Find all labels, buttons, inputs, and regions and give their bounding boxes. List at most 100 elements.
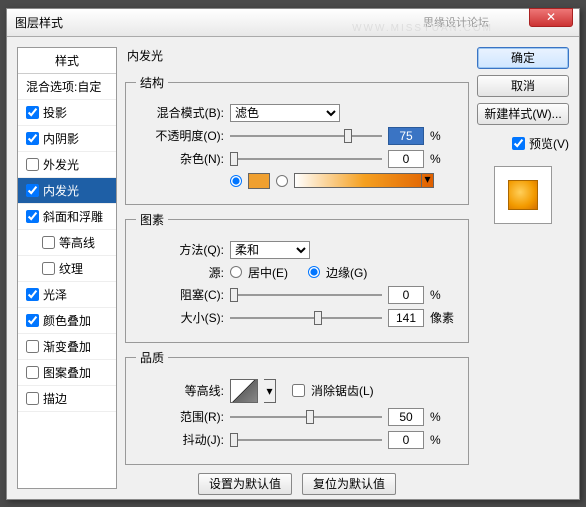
choke-label: 阻塞(C):: [136, 286, 224, 303]
style-stroke-check[interactable]: [26, 392, 39, 405]
list-item-label: 图案叠加: [43, 364, 91, 381]
opacity-slider[interactable]: [230, 135, 382, 137]
source-center-label: 居中(E): [248, 264, 288, 281]
style-contour[interactable]: 等高线: [18, 230, 116, 256]
list-item-label: 内阴影: [43, 130, 79, 147]
source-edge-radio[interactable]: [308, 266, 320, 278]
style-outer-glow-check[interactable]: [26, 158, 39, 171]
style-bevel[interactable]: 斜面和浮雕: [18, 204, 116, 230]
list-item-label: 颜色叠加: [43, 312, 91, 329]
style-satin-check[interactable]: [26, 288, 39, 301]
color-type-solid[interactable]: [230, 175, 242, 187]
preview-toggle: 预览(V): [477, 135, 569, 152]
style-inner-shadow-check[interactable]: [26, 132, 39, 145]
style-contour-check[interactable]: [42, 236, 55, 249]
glow-color-swatch[interactable]: [248, 173, 270, 189]
list-item-label: 等高线: [59, 234, 95, 251]
make-default-button[interactable]: 设置为默认值: [198, 473, 292, 495]
group-quality: 品质 等高线: ▾ 消除锯齿(L) 范围(R): 50 % 抖动(J):: [125, 349, 469, 465]
list-item-label: 纹理: [59, 260, 83, 277]
close-icon: ✕: [546, 10, 556, 24]
noise-value[interactable]: 0: [388, 150, 424, 168]
choke-slider[interactable]: [230, 294, 382, 296]
source-label: 源:: [136, 264, 224, 281]
chevron-down-icon: ▾: [266, 384, 272, 398]
size-slider[interactable]: [230, 317, 382, 319]
list-item-label: 描边: [43, 390, 67, 407]
preview-check[interactable]: [512, 137, 525, 150]
style-pattern-overlay[interactable]: 图案叠加: [18, 360, 116, 386]
cancel-button[interactable]: 取消: [477, 75, 569, 97]
style-color-overlay-check[interactable]: [26, 314, 39, 327]
layer-style-dialog: 图层样式 思缘设计论坛 WWW.MISSYUAN.COM ✕ 样式 混合选项:自…: [6, 8, 580, 500]
styles-list-header: 样式: [18, 48, 116, 74]
size-label: 大小(S):: [136, 309, 224, 326]
pct-label: %: [430, 433, 458, 447]
pct-label: %: [430, 288, 458, 302]
style-gradient-overlay-check[interactable]: [26, 340, 39, 353]
range-value[interactable]: 50: [388, 408, 424, 426]
contour-label: 等高线:: [136, 382, 224, 399]
jitter-value[interactable]: 0: [388, 431, 424, 449]
pct-label: %: [430, 152, 458, 166]
close-button[interactable]: ✕: [529, 8, 573, 27]
style-inner-glow[interactable]: 内发光: [18, 178, 116, 204]
group-elements: 图素 方法(Q): 柔和 源: 居中(E) 边缘(G) 阻塞(C): 0 %: [125, 211, 469, 343]
style-drop-shadow[interactable]: 投影: [18, 100, 116, 126]
list-item-label: 光泽: [43, 286, 67, 303]
antialias-label: 消除锯齿(L): [311, 382, 374, 399]
jitter-label: 抖动(J):: [136, 431, 224, 448]
pct-label: %: [430, 129, 458, 143]
list-item-label: 投影: [43, 104, 67, 121]
dialog-title: 图层样式: [15, 14, 63, 31]
style-drop-shadow-check[interactable]: [26, 106, 39, 119]
style-inner-shadow[interactable]: 内阴影: [18, 126, 116, 152]
method-select[interactable]: 柔和: [230, 241, 310, 259]
group-quality-legend: 品质: [136, 349, 168, 366]
style-bevel-check[interactable]: [26, 210, 39, 223]
choke-value[interactable]: 0: [388, 286, 424, 304]
new-style-button[interactable]: 新建样式(W)...: [477, 103, 569, 125]
source-center-radio[interactable]: [230, 266, 242, 278]
style-outer-glow[interactable]: 外发光: [18, 152, 116, 178]
list-item-label: 外发光: [43, 156, 79, 173]
style-inner-glow-check[interactable]: [26, 184, 39, 197]
opacity-value[interactable]: 75: [388, 127, 424, 145]
jitter-slider[interactable]: [230, 439, 382, 441]
blend-mode-select[interactable]: 滤色: [230, 104, 340, 122]
list-item-label: 内发光: [43, 182, 79, 199]
ok-button[interactable]: 确定: [477, 47, 569, 69]
px-label: 像素: [430, 309, 458, 326]
blend-mode-label: 混合模式(B):: [136, 104, 224, 121]
section-title: 内发光: [125, 47, 469, 64]
noise-slider[interactable]: [230, 158, 382, 160]
contour-swatch[interactable]: [230, 379, 258, 403]
style-satin[interactable]: 光泽: [18, 282, 116, 308]
size-value[interactable]: 141: [388, 309, 424, 327]
blending-options-label: 混合选项:自定: [26, 78, 101, 95]
style-color-overlay[interactable]: 颜色叠加: [18, 308, 116, 334]
blending-options[interactable]: 混合选项:自定: [18, 74, 116, 100]
style-pattern-overlay-check[interactable]: [26, 366, 39, 379]
style-texture[interactable]: 纹理: [18, 256, 116, 282]
list-item-label: 渐变叠加: [43, 338, 91, 355]
titlebar: 图层样式 思缘设计论坛 WWW.MISSYUAN.COM ✕: [7, 9, 579, 37]
color-type-gradient[interactable]: [276, 175, 288, 187]
preview-swatch: [508, 180, 538, 210]
right-panel: 确定 取消 新建样式(W)... 预览(V): [477, 47, 569, 489]
group-structure: 结构 混合模式(B): 滤色 不透明度(O): 75 % 杂色(N): 0 %: [125, 74, 469, 205]
chevron-down-icon[interactable]: ▾: [421, 174, 433, 187]
reset-default-button[interactable]: 复位为默认值: [302, 473, 396, 495]
opacity-label: 不透明度(O):: [136, 127, 224, 144]
styles-list: 样式 混合选项:自定 投影 内阴影 外发光 内发光 斜面和浮雕 等高线 纹理 光…: [17, 47, 117, 489]
contour-dropdown[interactable]: ▾: [264, 379, 276, 403]
preview-box: [494, 166, 552, 224]
range-label: 范围(R):: [136, 408, 224, 425]
pct-label: %: [430, 410, 458, 424]
range-slider[interactable]: [230, 416, 382, 418]
style-gradient-overlay[interactable]: 渐变叠加: [18, 334, 116, 360]
glow-gradient[interactable]: ▾: [294, 173, 434, 188]
style-texture-check[interactable]: [42, 262, 55, 275]
style-stroke[interactable]: 描边: [18, 386, 116, 412]
antialias-check[interactable]: [292, 384, 305, 397]
